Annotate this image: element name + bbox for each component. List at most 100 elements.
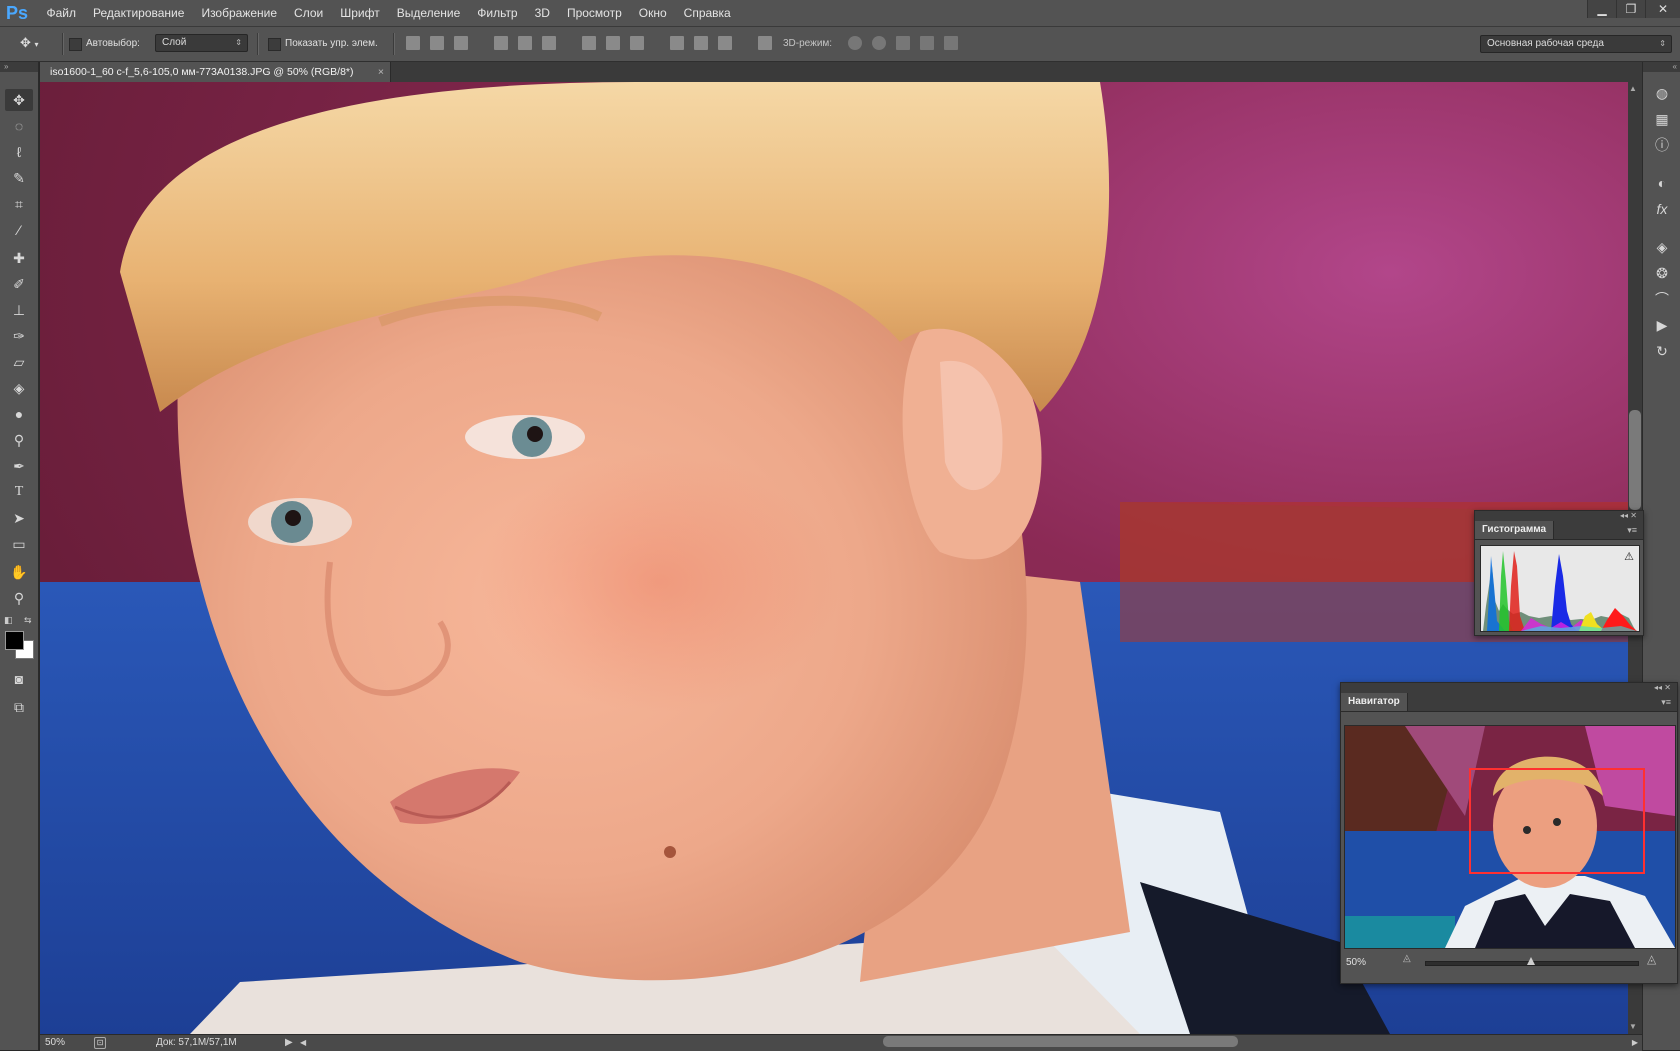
blur-tool-icon[interactable]: ●: [5, 403, 33, 425]
panel-menu-icon[interactable]: ▾≡: [1627, 521, 1637, 539]
paths-panel-icon[interactable]: ⌒: [1652, 290, 1672, 308]
paint-bucket-tool-icon[interactable]: ◈: [5, 377, 33, 399]
eraser-tool-icon[interactable]: ▱: [5, 351, 33, 373]
autoselect-checkbox[interactable]: [69, 38, 82, 51]
brush-tool-icon[interactable]: ✐: [5, 273, 33, 295]
menu-item-type[interactable]: Шрифт: [332, 0, 388, 26]
adjustments-panel-icon[interactable]: ◐: [1652, 174, 1672, 192]
hand-tool-icon[interactable]: ✋: [5, 561, 33, 583]
actions-panel-icon[interactable]: ▶: [1652, 316, 1672, 334]
workspace-select[interactable]: Основная рабочая среда ⇕: [1480, 35, 1672, 53]
3d-scale-icon[interactable]: [944, 36, 958, 50]
menu-item-view[interactable]: Просмотр: [558, 0, 630, 26]
default-colors-icon[interactable]: ◧: [4, 615, 13, 626]
distribute-vcenter-icon[interactable]: [606, 36, 620, 50]
lasso-tool-icon[interactable]: ℓ: [5, 141, 33, 163]
distribute-hcenter-icon[interactable]: [694, 36, 708, 50]
align-bottom-icon[interactable]: [454, 36, 468, 50]
type-tool-icon[interactable]: T: [5, 481, 33, 503]
color-panel-icon[interactable]: ◍: [1652, 84, 1672, 102]
navigator-view-box[interactable]: [1469, 768, 1645, 874]
3d-pan-icon[interactable]: [896, 36, 910, 50]
distribute-top-icon[interactable]: [582, 36, 596, 50]
3d-rotate-icon[interactable]: [848, 36, 862, 50]
quick-select-tool-icon[interactable]: ✎: [5, 167, 33, 189]
restore-button[interactable]: ❐: [1616, 0, 1645, 18]
navigator-preview[interactable]: [1344, 725, 1676, 949]
menu-item-select[interactable]: Выделение: [388, 0, 469, 26]
distribute-bottom-icon[interactable]: [630, 36, 644, 50]
history-panel-icon[interactable]: ↻: [1652, 342, 1672, 360]
move-tool-preset[interactable]: ✥ ▾: [20, 35, 56, 51]
warning-icon[interactable]: ⚠: [1624, 550, 1634, 563]
menu-item-file[interactable]: Файл: [38, 0, 85, 26]
path-selection-tool-icon[interactable]: ➤: [5, 507, 33, 529]
panel-controls[interactable]: ◂◂ ✕: [1475, 511, 1643, 521]
scroll-left-icon[interactable]: ◀: [300, 1035, 306, 1051]
show-transform-checkbox[interactable]: [268, 38, 281, 51]
close-window-button[interactable]: ✕: [1645, 0, 1680, 18]
align-vcenter-icon[interactable]: [430, 36, 444, 50]
history-brush-tool-icon[interactable]: ✑: [5, 325, 33, 347]
crop-tool-icon[interactable]: ⌗: [5, 193, 33, 215]
layers-panel-icon[interactable]: ◈: [1652, 238, 1672, 256]
styles-panel-icon[interactable]: fx: [1652, 200, 1672, 218]
separator: [393, 33, 395, 55]
auto-align-icon[interactable]: [758, 36, 772, 50]
menu-item-edit[interactable]: Редактирование: [85, 0, 193, 26]
menu-item-help[interactable]: Справка: [675, 0, 739, 26]
rectangle-tool-icon[interactable]: ▭: [5, 533, 33, 555]
menu-item-3d[interactable]: 3D: [526, 0, 558, 26]
channels-panel-icon[interactable]: ❂: [1652, 264, 1672, 282]
quick-mask-icon[interactable]: ◙: [5, 668, 33, 690]
zoom-in-icon[interactable]: ◬: [1647, 952, 1656, 966]
foreground-color-swatch[interactable]: [5, 631, 24, 650]
separator: [257, 33, 259, 55]
eyedropper-tool-icon[interactable]: ⁄: [5, 219, 33, 241]
move-tool-icon[interactable]: ✥: [5, 89, 33, 111]
minimize-button[interactable]: ▁: [1587, 0, 1616, 18]
scroll-down-icon[interactable]: ▼: [1629, 1022, 1637, 1031]
status-share-icon[interactable]: ⊡: [94, 1037, 106, 1049]
status-menu-arrow-icon[interactable]: ▶: [285, 1035, 293, 1051]
align-top-icon[interactable]: [406, 36, 420, 50]
menu-item-image[interactable]: Изображение: [193, 0, 286, 26]
menu-item-filter[interactable]: Фильтр: [469, 0, 526, 26]
align-right-icon[interactable]: [542, 36, 556, 50]
navigator-tab[interactable]: Навигатор: [1341, 693, 1408, 711]
distribute-left-icon[interactable]: [670, 36, 684, 50]
vertical-scroll-thumb[interactable]: [1629, 410, 1641, 510]
panel-controls[interactable]: ◂◂ ✕: [1341, 683, 1677, 693]
autoselect-target-select[interactable]: Слой ⇕: [155, 34, 248, 52]
align-hcenter-icon[interactable]: [518, 36, 532, 50]
horizontal-scroll-thumb[interactable]: [883, 1036, 1238, 1047]
navigator-zoom-slider-knob[interactable]: [1527, 957, 1535, 965]
document-tab[interactable]: iso1600-1_60 c-f_5,6-105,0 мм-773A0138.J…: [40, 62, 391, 82]
scroll-right-icon[interactable]: ▶: [1632, 1035, 1638, 1051]
dodge-tool-icon[interactable]: ⚲: [5, 429, 33, 451]
zoom-out-icon[interactable]: ◬: [1403, 953, 1411, 964]
screen-mode-icon[interactable]: ⧉: [5, 696, 33, 718]
dock-collapse-icon[interactable]: «: [1643, 62, 1680, 72]
3d-slide-icon[interactable]: [920, 36, 934, 50]
close-tab-icon[interactable]: ×: [378, 62, 384, 82]
swap-colors-icon[interactable]: ⇆: [24, 615, 32, 626]
marquee-tool-icon[interactable]: ◌: [5, 115, 33, 137]
swatches-panel-icon[interactable]: ▦: [1652, 110, 1672, 128]
clone-stamp-tool-icon[interactable]: ⊥: [5, 299, 33, 321]
scroll-up-icon[interactable]: ▲: [1629, 84, 1637, 93]
healing-brush-tool-icon[interactable]: ✚: [5, 247, 33, 269]
histogram-tab[interactable]: Гистограмма: [1475, 521, 1555, 539]
toolbox-collapse-icon[interactable]: »: [0, 62, 38, 72]
status-zoom[interactable]: 50%: [45, 1035, 65, 1051]
pen-tool-icon[interactable]: ✒: [5, 455, 33, 477]
menu-item-window[interactable]: Окно: [630, 0, 675, 26]
distribute-right-icon[interactable]: [718, 36, 732, 50]
zoom-tool-icon[interactable]: ⚲: [5, 587, 33, 609]
navigator-zoom-value[interactable]: 50%: [1346, 957, 1366, 968]
3d-roll-icon[interactable]: [872, 36, 886, 50]
menu-item-layers[interactable]: Слои: [286, 0, 332, 26]
align-left-icon[interactable]: [494, 36, 508, 50]
info-panel-icon[interactable]: ⓘ: [1652, 136, 1672, 154]
panel-menu-icon[interactable]: ▾≡: [1661, 693, 1671, 711]
